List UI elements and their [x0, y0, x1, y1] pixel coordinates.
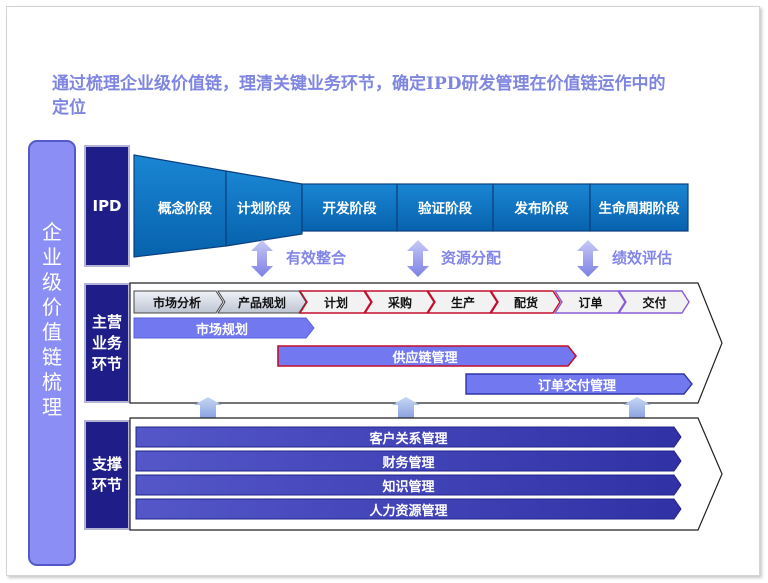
- integration-arrow-2: [407, 240, 429, 277]
- ipd-stage-1: 概念阶段: [158, 201, 212, 217]
- main-step-8: 交付: [642, 295, 667, 310]
- support-bar-3: 知识管理: [382, 479, 435, 495]
- main-step-6: 配货: [513, 295, 538, 310]
- main-step-5: 生产: [450, 295, 475, 310]
- support-bar-2: 财务管理: [382, 455, 435, 471]
- ipd-stage-4: 验证阶段: [418, 201, 472, 217]
- main-bar-3: 订单交付管理: [537, 378, 616, 394]
- ipd-stage-2: 计划阶段: [237, 201, 291, 217]
- main-bar-1: 市场规划: [195, 322, 248, 338]
- integration-label-2: 资源分配: [441, 249, 502, 267]
- integration-label-1: 有效整合: [286, 249, 347, 267]
- main-step-2: 产品规划: [237, 295, 286, 310]
- main-step-4: 采购: [387, 295, 412, 310]
- ipd-stage-3: 开发阶段: [322, 201, 377, 217]
- main-bar-2: 供应链管理: [392, 350, 458, 366]
- support-bar-1: 客户关系管理: [369, 431, 448, 447]
- integration-label-3: 绩效评估: [612, 249, 673, 267]
- integration-arrow-1: [251, 240, 273, 277]
- main-step-7: 订单: [578, 295, 603, 310]
- ipd-stage-6: 生命周期阶段: [598, 201, 680, 217]
- main-step-1: 市场分析: [152, 295, 201, 310]
- integration-arrow-3: [577, 240, 599, 277]
- ipd-stage-5: 发布阶段: [514, 201, 569, 217]
- main-step-3: 计划: [323, 295, 348, 310]
- support-bar-4: 人力资源管理: [369, 503, 448, 519]
